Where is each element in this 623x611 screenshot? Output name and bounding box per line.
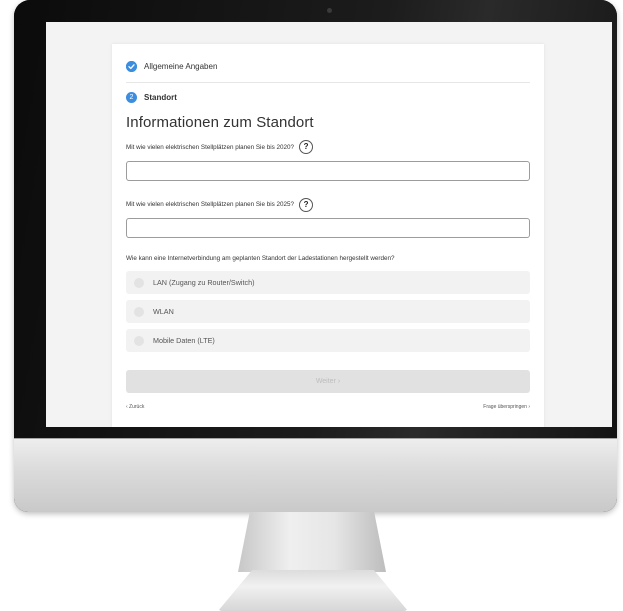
monitor-chin — [14, 438, 617, 512]
radio-button[interactable] — [134, 335, 144, 346]
camera-icon — [327, 8, 332, 13]
section-title: Informationen zum Standort — [126, 114, 314, 131]
step-general-info-label: Allgemeine Angaben — [144, 61, 218, 71]
option-mobile-data-label: Mobile Daten (LTE) — [153, 336, 215, 345]
question-2020-label: Mit wie vielen elektrischen Stellplätzen… — [126, 143, 295, 151]
option-lan-label: LAN (Zugang zu Router/Switch) — [153, 278, 255, 287]
question-2025-label: Mit wie vielen elektrischen Stellplätzen… — [126, 201, 295, 208]
option-lan[interactable]: LAN (Zugang zu Router/Switch) — [126, 271, 530, 294]
back-link[interactable]: ‹ Zurück — [126, 404, 144, 410]
imac-monitor: Allgemeine Angaben 2 Standort Informatio… — [14, 0, 617, 512]
option-wlan[interactable]: WLAN — [126, 300, 530, 323]
monitor-stand — [238, 512, 386, 572]
question-circle-icon[interactable]: ? — [299, 140, 314, 154]
step-number-badge: 2 — [126, 91, 137, 103]
option-wlan-label: WLAN — [153, 307, 174, 316]
step-divider — [126, 82, 530, 83]
radio-button[interactable] — [134, 306, 144, 317]
form-card: Allgemeine Angaben 2 Standort Informatio… — [112, 44, 544, 427]
screen: Allgemeine Angaben 2 Standort Informatio… — [46, 22, 612, 427]
question-connection: Wie kann eine Internetverbindung am gepl… — [126, 250, 530, 266]
step-general-info[interactable]: Allgemeine Angaben — [126, 56, 530, 76]
parking-2025-input[interactable] — [126, 218, 530, 238]
connection-options: LAN (Zugang zu Router/Switch) WLAN Mobil… — [126, 271, 530, 352]
monitor-stand-base — [218, 570, 408, 611]
question-2020: Mit wie vielen elektrischen Stellplätzen… — [126, 139, 530, 155]
radio-button[interactable] — [134, 277, 144, 288]
check-circle-icon — [126, 60, 137, 72]
next-button[interactable]: Weiter › — [126, 370, 530, 393]
option-mobile-data[interactable]: Mobile Daten (LTE) — [126, 329, 530, 352]
bottom-nav: ‹ Zurück Frage überspringen › — [126, 404, 530, 410]
question-connection-label: Wie kann eine Internetverbindung am gepl… — [126, 254, 395, 262]
step-location-label: Standort — [144, 92, 177, 102]
question-2025: Mit wie vielen elektrischen Stellplätzen… — [126, 197, 530, 213]
question-circle-icon[interactable]: ? — [299, 197, 314, 212]
parking-2020-input[interactable] — [126, 160, 530, 181]
step-location[interactable]: 2 Standort — [126, 87, 530, 107]
skip-question-link[interactable]: Frage überspringen › — [483, 404, 530, 410]
